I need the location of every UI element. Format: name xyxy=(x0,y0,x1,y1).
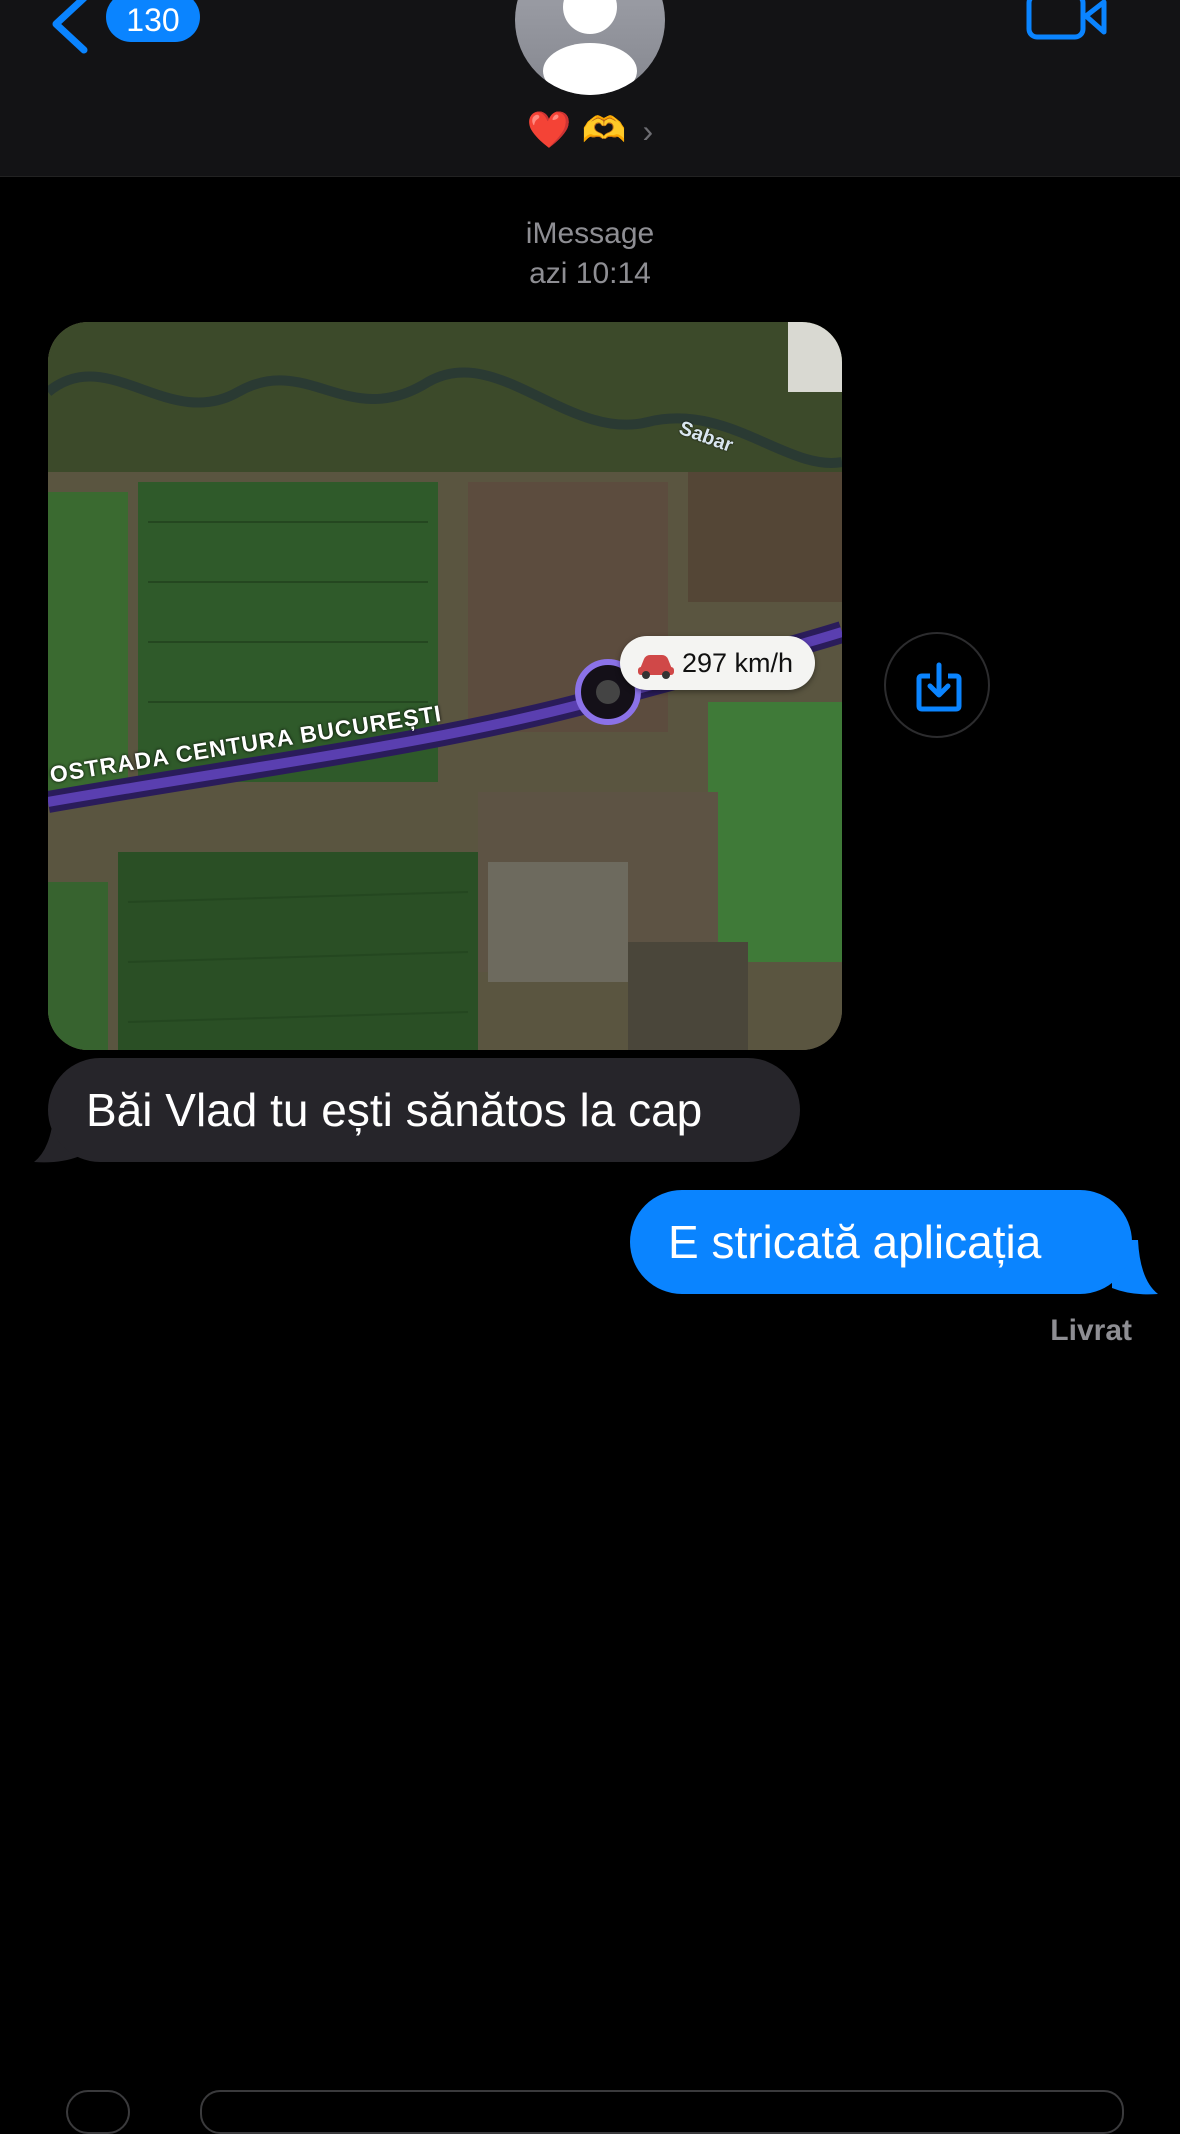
contact-name[interactable]: ❤️ 🫶 › xyxy=(0,108,1180,153)
message-timestamp: azi 10:14 xyxy=(529,257,651,290)
video-camera-icon[interactable] xyxy=(1026,0,1108,44)
car-icon xyxy=(638,654,674,679)
contact-name-text: ❤️ 🫶 xyxy=(526,109,627,150)
message-input[interactable] xyxy=(200,2090,1124,2134)
chevron-right-icon: › xyxy=(642,113,654,149)
avatar[interactable] xyxy=(515,0,665,95)
save-attachment-button[interactable] xyxy=(884,632,990,738)
download-tray-icon xyxy=(916,662,962,712)
unread-count-badge[interactable]: 130 xyxy=(106,0,200,42)
speed-badge: 297 km/h xyxy=(620,636,816,690)
conversation-header: 130 ❤️ 🫶 › xyxy=(0,0,1180,177)
incoming-message-bubble[interactable]: Băi Vlad tu ești sănătos la cap xyxy=(48,1058,800,1162)
composer-plus-button[interactable] xyxy=(66,2090,130,2134)
speed-value: 297 km/h xyxy=(682,648,794,678)
outgoing-message-bubble[interactable]: E stricată aplicația xyxy=(630,1190,1132,1294)
delivery-status: Livrat xyxy=(1050,1314,1132,1347)
map-screenshot-image[interactable]: Sabar OSTRADA CENTURA BUCUREȘTI 297 km/h xyxy=(48,322,842,1050)
person-silhouette-icon xyxy=(543,0,637,95)
service-label: iMessage xyxy=(525,217,655,250)
chevron-left-icon[interactable] xyxy=(48,0,92,54)
